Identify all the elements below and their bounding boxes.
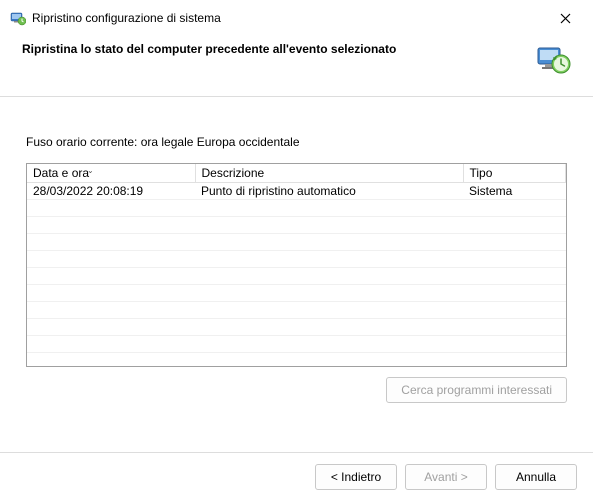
table-row bbox=[27, 200, 566, 217]
titlebar: Ripristino configurazione di sistema bbox=[0, 0, 593, 30]
system-restore-large-icon bbox=[535, 42, 571, 78]
scan-affected-programs-button: Cerca programmi interessati bbox=[386, 377, 567, 403]
content-area: Fuso orario corrente: ora legale Europa … bbox=[0, 97, 593, 413]
column-header-description-label: Descrizione bbox=[202, 166, 265, 180]
cell-date: 28/03/2022 20:08:19 bbox=[27, 183, 195, 200]
column-header-type-label: Tipo bbox=[470, 166, 493, 180]
table-row bbox=[27, 268, 566, 285]
page-subtitle: Ripristina lo stato del computer precede… bbox=[22, 42, 535, 56]
window-title: Ripristino configurazione di sistema bbox=[32, 11, 221, 25]
system-restore-icon bbox=[10, 10, 26, 26]
next-button: Avanti > bbox=[405, 464, 487, 490]
table-row bbox=[27, 302, 566, 319]
table-row bbox=[27, 251, 566, 268]
timezone-label: Fuso orario corrente: ora legale Europa … bbox=[26, 135, 567, 149]
close-button[interactable] bbox=[547, 6, 583, 30]
cancel-button[interactable]: Annulla bbox=[495, 464, 577, 490]
cell-description: Punto di ripristino automatico bbox=[195, 183, 463, 200]
column-header-description[interactable]: Descrizione bbox=[195, 164, 463, 183]
header: Ripristina lo stato del computer precede… bbox=[0, 30, 593, 97]
table-row bbox=[27, 336, 566, 353]
sort-indicator-icon: ⌄ bbox=[87, 166, 94, 175]
table-row bbox=[27, 234, 566, 251]
column-header-date[interactable]: Data e ora ⌄ bbox=[27, 164, 195, 183]
column-header-type[interactable]: Tipo bbox=[463, 164, 566, 183]
cell-type: Sistema bbox=[463, 183, 566, 200]
table-row bbox=[27, 285, 566, 302]
back-button[interactable]: < Indietro bbox=[315, 464, 397, 490]
table-row bbox=[27, 217, 566, 234]
table-row bbox=[27, 319, 566, 336]
footer: < Indietro Avanti > Annulla bbox=[0, 452, 593, 500]
column-header-date-label: Data e ora bbox=[33, 166, 89, 180]
restore-points-table[interactable]: Data e ora ⌄ Descrizione Tipo 28/03/2022… bbox=[26, 163, 567, 367]
table-row[interactable]: 28/03/2022 20:08:19 Punto di ripristino … bbox=[27, 183, 566, 200]
